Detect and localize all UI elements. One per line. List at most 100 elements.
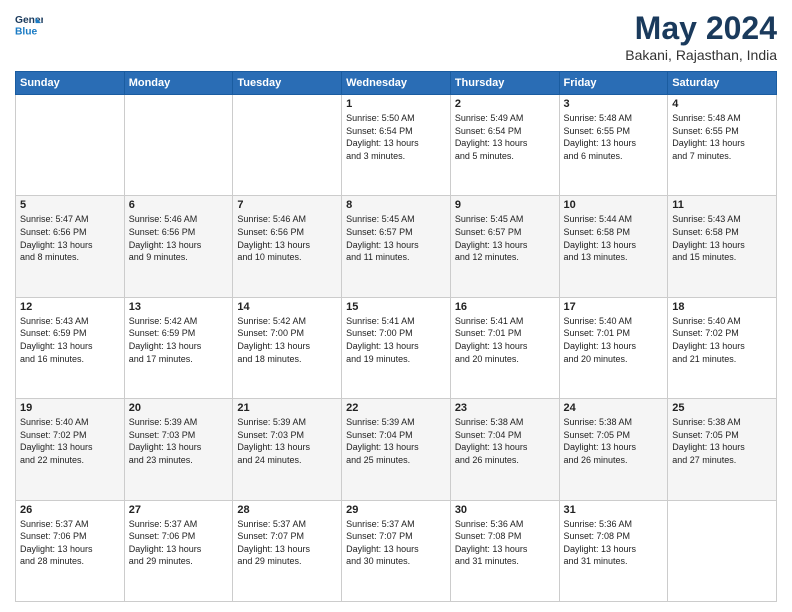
logo: General Blue xyxy=(15,10,43,38)
calendar-cell-w2-d0: 12 Sunrise: 5:43 AM Sunset: 6:59 PM Dayli… xyxy=(16,297,125,398)
calendar-cell-w0-d5: 3 Sunrise: 5:48 AM Sunset: 6:55 PM Daylig… xyxy=(559,95,668,196)
day-info: Sunrise: 5:48 AM Sunset: 6:55 PM Dayligh… xyxy=(564,112,664,162)
day-info: Sunrise: 5:49 AM Sunset: 6:54 PM Dayligh… xyxy=(455,112,555,162)
day-info: Sunrise: 5:38 AM Sunset: 7:05 PM Dayligh… xyxy=(564,416,664,466)
day-info: Sunrise: 5:42 AM Sunset: 7:00 PM Dayligh… xyxy=(237,315,337,365)
day-number: 2 xyxy=(455,98,555,110)
header: General Blue May 2024 Bakani, Rajasthan,… xyxy=(15,10,777,63)
day-info: Sunrise: 5:37 AM Sunset: 7:06 PM Dayligh… xyxy=(129,518,229,568)
day-number: 21 xyxy=(237,402,337,414)
day-info: Sunrise: 5:50 AM Sunset: 6:54 PM Dayligh… xyxy=(346,112,446,162)
day-info: Sunrise: 5:41 AM Sunset: 7:01 PM Dayligh… xyxy=(455,315,555,365)
day-number: 12 xyxy=(20,301,120,313)
day-number: 3 xyxy=(564,98,664,110)
calendar-header-row: Sunday Monday Tuesday Wednesday Thursday… xyxy=(16,72,777,95)
day-info: Sunrise: 5:36 AM Sunset: 7:08 PM Dayligh… xyxy=(564,518,664,568)
calendar-week-2: 12 Sunrise: 5:43 AM Sunset: 6:59 PM Dayli… xyxy=(16,297,777,398)
day-info: Sunrise: 5:40 AM Sunset: 7:02 PM Dayligh… xyxy=(672,315,772,365)
day-number: 23 xyxy=(455,402,555,414)
day-info: Sunrise: 5:43 AM Sunset: 6:59 PM Dayligh… xyxy=(20,315,120,365)
day-number: 8 xyxy=(346,199,446,211)
calendar-cell-w2-d2: 14 Sunrise: 5:42 AM Sunset: 7:00 PM Dayli… xyxy=(233,297,342,398)
calendar-cell-w1-d2: 7 Sunrise: 5:46 AM Sunset: 6:56 PM Daylig… xyxy=(233,196,342,297)
calendar-cell-w3-d1: 20Sunrise: 5:39 AM Sunset: 7:03 PM Dayli… xyxy=(124,399,233,500)
svg-text:General: General xyxy=(15,15,43,26)
day-number: 14 xyxy=(237,301,337,313)
calendar-cell-w4-d6 xyxy=(668,500,777,601)
calendar-cell-w1-d1: 6 Sunrise: 5:46 AM Sunset: 6:56 PM Daylig… xyxy=(124,196,233,297)
day-number: 7 xyxy=(237,199,337,211)
calendar-cell-w2-d6: 18 Sunrise: 5:40 AM Sunset: 7:02 PM Dayli… xyxy=(668,297,777,398)
header-monday: Monday xyxy=(124,72,233,95)
day-info: Sunrise: 5:42 AM Sunset: 6:59 PM Dayligh… xyxy=(129,315,229,365)
day-info: Sunrise: 5:37 AM Sunset: 7:06 PM Dayligh… xyxy=(20,518,120,568)
header-friday: Friday xyxy=(559,72,668,95)
calendar-cell-w1-d6: 11Sunrise: 5:43 AM Sunset: 6:58 PM Dayli… xyxy=(668,196,777,297)
day-number: 30 xyxy=(455,504,555,516)
day-info: Sunrise: 5:44 AM Sunset: 6:58 PM Dayligh… xyxy=(564,213,664,263)
calendar-cell-w3-d4: 23Sunrise: 5:38 AM Sunset: 7:04 PM Dayli… xyxy=(450,399,559,500)
calendar-cell-w3-d5: 24 Sunrise: 5:38 AM Sunset: 7:05 PM Dayli… xyxy=(559,399,668,500)
day-number: 27 xyxy=(129,504,229,516)
calendar-cell-w0-d1 xyxy=(124,95,233,196)
day-info: Sunrise: 5:39 AM Sunset: 7:03 PM Dayligh… xyxy=(129,416,229,466)
day-info: Sunrise: 5:38 AM Sunset: 7:05 PM Dayligh… xyxy=(672,416,772,466)
calendar-table: Sunday Monday Tuesday Wednesday Thursday… xyxy=(15,71,777,602)
calendar-week-4: 26 Sunrise: 5:37 AM Sunset: 7:06 PM Dayli… xyxy=(16,500,777,601)
day-info: Sunrise: 5:46 AM Sunset: 6:56 PM Dayligh… xyxy=(237,213,337,263)
day-number: 5 xyxy=(20,199,120,211)
day-number: 24 xyxy=(564,402,664,414)
calendar-cell-w0-d0 xyxy=(16,95,125,196)
day-number: 10 xyxy=(564,199,664,211)
day-number: 19 xyxy=(20,402,120,414)
day-info: Sunrise: 5:39 AM Sunset: 7:03 PM Dayligh… xyxy=(237,416,337,466)
day-number: 16 xyxy=(455,301,555,313)
day-info: Sunrise: 5:47 AM Sunset: 6:56 PM Dayligh… xyxy=(20,213,120,263)
day-info: Sunrise: 5:40 AM Sunset: 7:01 PM Dayligh… xyxy=(564,315,664,365)
calendar-cell-w1-d4: 9 Sunrise: 5:45 AM Sunset: 6:57 PM Daylig… xyxy=(450,196,559,297)
calendar-cell-w3-d2: 21 Sunrise: 5:39 AM Sunset: 7:03 PM Dayli… xyxy=(233,399,342,500)
day-number: 18 xyxy=(672,301,772,313)
calendar-cell-w4-d4: 30Sunrise: 5:36 AM Sunset: 7:08 PM Dayli… xyxy=(450,500,559,601)
header-tuesday: Tuesday xyxy=(233,72,342,95)
calendar-cell-w2-d3: 15 Sunrise: 5:41 AM Sunset: 7:00 PM Dayli… xyxy=(342,297,451,398)
day-info: Sunrise: 5:40 AM Sunset: 7:02 PM Dayligh… xyxy=(20,416,120,466)
day-info: Sunrise: 5:46 AM Sunset: 6:56 PM Dayligh… xyxy=(129,213,229,263)
day-info: Sunrise: 5:37 AM Sunset: 7:07 PM Dayligh… xyxy=(346,518,446,568)
day-number: 1 xyxy=(346,98,446,110)
calendar-cell-w0-d2 xyxy=(233,95,342,196)
calendar-cell-w1-d5: 10 Sunrise: 5:44 AM Sunset: 6:58 PM Dayli… xyxy=(559,196,668,297)
day-info: Sunrise: 5:48 AM Sunset: 6:55 PM Dayligh… xyxy=(672,112,772,162)
day-number: 15 xyxy=(346,301,446,313)
day-number: 28 xyxy=(237,504,337,516)
day-info: Sunrise: 5:45 AM Sunset: 6:57 PM Dayligh… xyxy=(455,213,555,263)
calendar-cell-w0-d3: 1 Sunrise: 5:50 AM Sunset: 6:54 PM Daylig… xyxy=(342,95,451,196)
calendar-cell-w4-d2: 28Sunrise: 5:37 AM Sunset: 7:07 PM Dayli… xyxy=(233,500,342,601)
header-sunday: Sunday xyxy=(16,72,125,95)
title-block: May 2024 Bakani, Rajasthan, India xyxy=(625,10,777,63)
day-info: Sunrise: 5:45 AM Sunset: 6:57 PM Dayligh… xyxy=(346,213,446,263)
logo-icon: General Blue xyxy=(15,10,43,38)
day-number: 9 xyxy=(455,199,555,211)
calendar-cell-w0-d6: 4Sunrise: 5:48 AM Sunset: 6:55 PM Daylig… xyxy=(668,95,777,196)
calendar-cell-w1-d3: 8 Sunrise: 5:45 AM Sunset: 6:57 PM Daylig… xyxy=(342,196,451,297)
header-wednesday: Wednesday xyxy=(342,72,451,95)
calendar-cell-w2-d4: 16 Sunrise: 5:41 AM Sunset: 7:01 PM Dayli… xyxy=(450,297,559,398)
calendar-cell-w3-d0: 19 Sunrise: 5:40 AM Sunset: 7:02 PM Dayli… xyxy=(16,399,125,500)
svg-text:Blue: Blue xyxy=(15,26,38,37)
calendar-cell-w3-d3: 22Sunrise: 5:39 AM Sunset: 7:04 PM Dayli… xyxy=(342,399,451,500)
day-number: 11 xyxy=(672,199,772,211)
day-number: 29 xyxy=(346,504,446,516)
calendar-cell-w4-d0: 26 Sunrise: 5:37 AM Sunset: 7:06 PM Dayli… xyxy=(16,500,125,601)
header-saturday: Saturday xyxy=(668,72,777,95)
calendar-cell-w4-d1: 27 Sunrise: 5:37 AM Sunset: 7:06 PM Dayli… xyxy=(124,500,233,601)
day-number: 6 xyxy=(129,199,229,211)
day-number: 25 xyxy=(672,402,772,414)
header-thursday: Thursday xyxy=(450,72,559,95)
day-info: Sunrise: 5:41 AM Sunset: 7:00 PM Dayligh… xyxy=(346,315,446,365)
day-number: 26 xyxy=(20,504,120,516)
calendar-week-0: 1 Sunrise: 5:50 AM Sunset: 6:54 PM Daylig… xyxy=(16,95,777,196)
calendar-cell-w4-d3: 29 Sunrise: 5:37 AM Sunset: 7:07 PM Dayli… xyxy=(342,500,451,601)
day-number: 22 xyxy=(346,402,446,414)
page: General Blue May 2024 Bakani, Rajasthan,… xyxy=(0,0,792,612)
